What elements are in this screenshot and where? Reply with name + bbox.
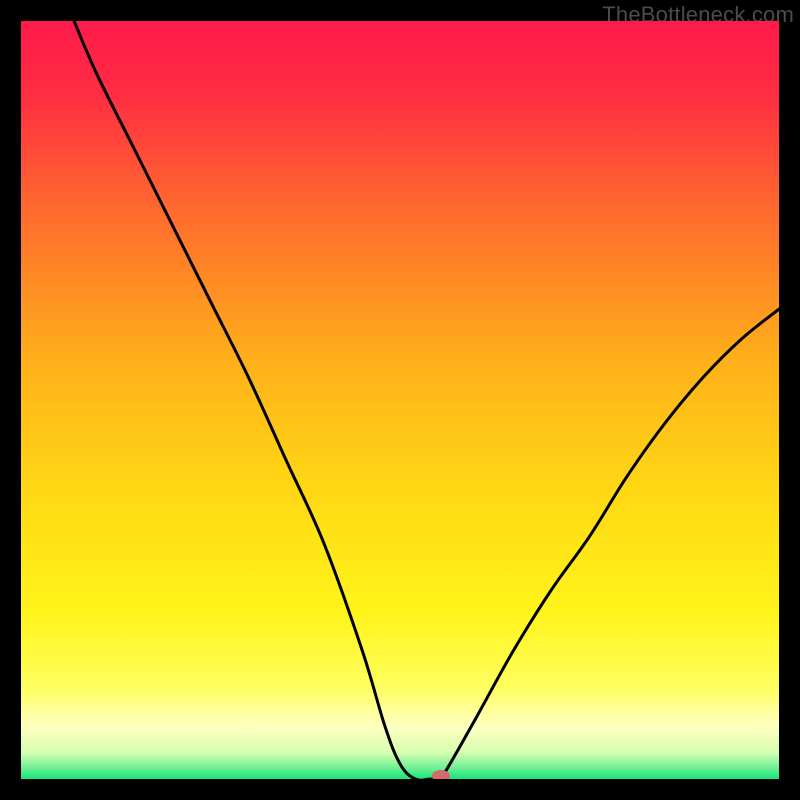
gradient-background: [21, 21, 779, 779]
plot-area: [21, 21, 779, 779]
chart-frame: TheBottleneck.com: [0, 0, 800, 800]
plot-svg: [21, 21, 779, 779]
